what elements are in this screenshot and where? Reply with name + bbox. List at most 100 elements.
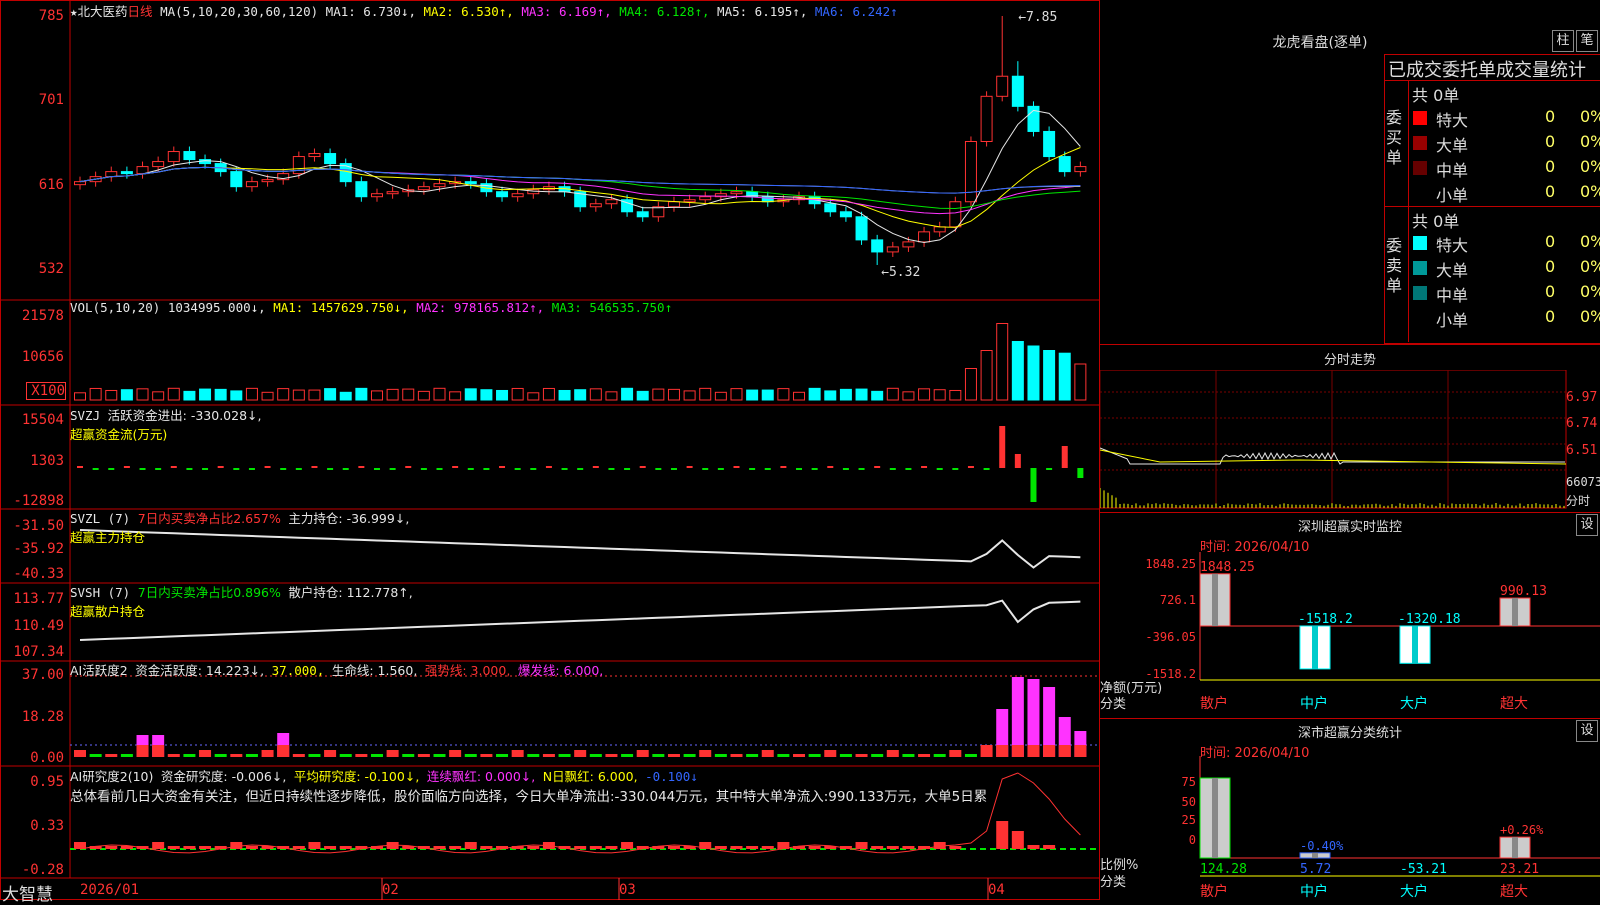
research-bar bbox=[527, 846, 539, 849]
volume-bar bbox=[903, 392, 914, 400]
research-bar bbox=[199, 846, 211, 849]
fund-flow-bar bbox=[499, 466, 505, 468]
volume-bar bbox=[840, 389, 851, 400]
vol-ma1: MA1: 1457629.750↓, bbox=[273, 300, 408, 315]
ai2-axis-2: -0.28 bbox=[0, 862, 64, 878]
order-pct: 0% bbox=[1580, 107, 1600, 126]
order-swatch bbox=[1413, 136, 1427, 150]
sz-bar-shade bbox=[1412, 626, 1418, 663]
sz-monitor-settings-button[interactable]: 设 bbox=[1576, 514, 1598, 536]
class-bar-value: 23.21 bbox=[1500, 862, 1539, 877]
svzl-header: SVZL (7) 7日内买卖净占比2.657% 主力持仓: -36.999↓, … bbox=[70, 508, 409, 546]
main-chart-area[interactable]: ←7.85 ←5.32 bbox=[0, 0, 1100, 900]
fund-flow-bar bbox=[452, 466, 458, 468]
volume-bar bbox=[794, 392, 805, 400]
ai2-nday: N日飘红: 6.000, bbox=[543, 769, 638, 784]
candle bbox=[434, 184, 445, 187]
fund-flow-bar bbox=[577, 468, 583, 470]
volume-bar bbox=[1012, 342, 1023, 401]
activity-bar bbox=[215, 754, 227, 757]
volume-bar bbox=[309, 390, 320, 400]
research-bar bbox=[168, 846, 180, 849]
volume-bar bbox=[856, 389, 867, 400]
vol-axis-1: 10656 bbox=[0, 349, 64, 365]
activity-bar bbox=[199, 750, 211, 757]
bar-mode-button[interactable]: 柱 bbox=[1552, 30, 1574, 52]
volume-bar bbox=[278, 389, 289, 400]
fund-flow-bar bbox=[733, 466, 739, 468]
volume-bar bbox=[934, 390, 945, 400]
fund-flow-bar bbox=[171, 466, 177, 468]
sz-bar-value: 990.13 bbox=[1500, 584, 1547, 599]
activity-bar bbox=[652, 754, 664, 757]
activity-bar bbox=[262, 750, 274, 757]
activity-bar bbox=[230, 754, 242, 757]
ai1-v37: 37.000, bbox=[272, 663, 325, 678]
order-swatch bbox=[1413, 161, 1427, 175]
intraday-axis-2: 6.51 bbox=[1566, 443, 1597, 458]
volume-bar bbox=[590, 389, 601, 400]
sz-monitor-title: 深圳超赢实时监控 bbox=[1100, 516, 1600, 535]
candle bbox=[371, 194, 382, 197]
candle bbox=[387, 192, 398, 194]
stock-name[interactable]: 北大医药 bbox=[78, 4, 128, 19]
research-bar bbox=[324, 846, 336, 849]
fund-flow-bar bbox=[327, 468, 333, 470]
fund-flow-bar bbox=[155, 468, 161, 470]
order-count: 0 bbox=[1545, 307, 1555, 326]
period-label[interactable]: 日线 bbox=[128, 4, 153, 19]
date-axis-0: 2026/01 bbox=[80, 882, 139, 898]
ai2-label: AI研究度2(10) bbox=[70, 769, 153, 784]
fund-flow-bar bbox=[108, 468, 114, 470]
fund-flow-bar bbox=[984, 468, 990, 470]
activity-bar bbox=[402, 754, 414, 757]
candle bbox=[1075, 167, 1086, 172]
vol-value: 1034995.000↓, bbox=[168, 300, 266, 315]
fund-flow-bar bbox=[874, 466, 880, 468]
candle bbox=[153, 162, 164, 167]
research-bar bbox=[246, 846, 258, 849]
fund-flow-bar bbox=[968, 466, 974, 468]
tick-mode-button[interactable]: 笔 bbox=[1576, 30, 1598, 52]
fund-flow-bar bbox=[343, 468, 349, 470]
activity-bar bbox=[387, 750, 399, 757]
vol-label: VOL(5,10,20) bbox=[70, 300, 160, 315]
sell-total: 共 0单 bbox=[1412, 208, 1459, 232]
ai1-burst: 爆发线: 6.000, bbox=[518, 663, 603, 678]
volume-bar bbox=[293, 390, 304, 400]
fund-flow-bar bbox=[202, 468, 208, 470]
fund-flow-bar bbox=[374, 468, 380, 470]
volume-bar bbox=[919, 389, 930, 400]
fund-flow-bar bbox=[1077, 468, 1083, 478]
star-icon[interactable]: ★ bbox=[70, 4, 78, 19]
intraday-chart[interactable] bbox=[1100, 370, 1600, 510]
activity-bar bbox=[668, 754, 680, 757]
order-swatch bbox=[1413, 286, 1427, 300]
volume-bar bbox=[403, 389, 414, 400]
fund-flow-bar bbox=[671, 468, 677, 470]
fund-flow-bar bbox=[390, 468, 396, 470]
order-count: 0 bbox=[1545, 257, 1555, 276]
ai1-strong: 强势线: 3.000, bbox=[425, 663, 510, 678]
dragon-tiger-title: 龙虎看盘(逐单) bbox=[1100, 32, 1540, 52]
activity-bar bbox=[981, 745, 993, 757]
buy-total: 共 0单 bbox=[1412, 82, 1459, 106]
fund-flow-bar bbox=[311, 466, 317, 468]
svzj-axis-0: 15504 bbox=[0, 412, 64, 428]
volume-bar bbox=[825, 391, 836, 400]
sz-class-settings-button[interactable]: 设 bbox=[1576, 720, 1598, 742]
activity-bar bbox=[340, 754, 352, 757]
brand-label[interactable]: 大智慧 bbox=[2, 880, 53, 905]
fund-flow-bar bbox=[952, 468, 958, 470]
fund-flow-bar bbox=[265, 466, 271, 468]
research-bar bbox=[1027, 845, 1039, 849]
sz-axis-label: -1518.2 bbox=[1145, 667, 1196, 681]
activity-bar bbox=[449, 750, 461, 757]
fund-flow-bar bbox=[280, 468, 286, 470]
activity-bar bbox=[605, 754, 617, 757]
research-bar bbox=[871, 846, 883, 849]
activity-bar bbox=[824, 750, 836, 757]
order-type: 大单 bbox=[1436, 132, 1468, 156]
order-type: 中单 bbox=[1436, 282, 1468, 306]
candle bbox=[1059, 157, 1070, 172]
